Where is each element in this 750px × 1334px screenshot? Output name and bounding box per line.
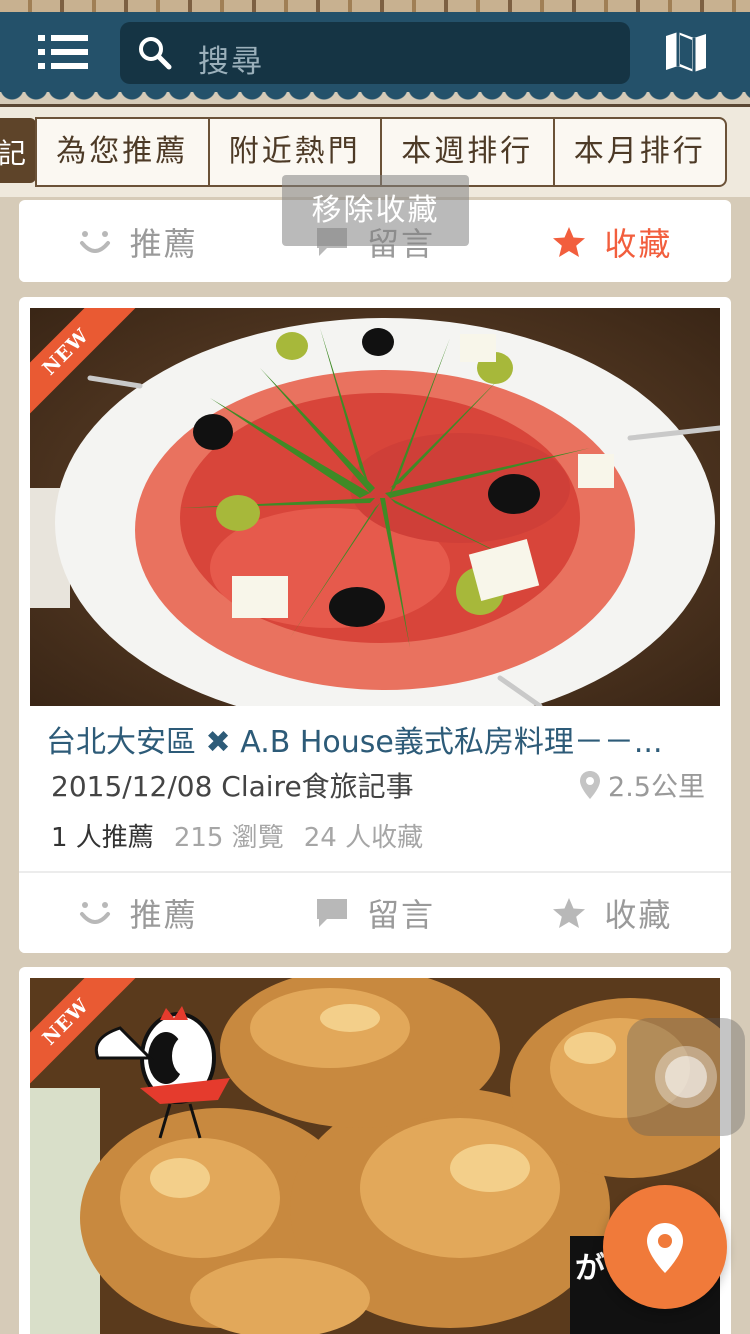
favorite-label: 收藏 — [604, 225, 673, 263]
post-stats: 1 人推薦 215 瀏覽 24 人收藏 — [51, 817, 423, 854]
new-badge: NEW — [30, 308, 140, 418]
comment-button[interactable]: 留言 — [256, 873, 493, 953]
post-photo[interactable]: NEW — [30, 308, 720, 706]
location-fab[interactable] — [603, 1185, 727, 1309]
post-card[interactable]: NEW 台北大安區 ✖ A.B House義式私房料理－－... 2015/12… — [19, 297, 731, 953]
new-badge: NEW — [30, 978, 140, 1088]
top-decoration — [0, 0, 750, 12]
location-pin-icon — [580, 770, 601, 799]
recommend-button[interactable]: 推薦 — [19, 202, 256, 282]
card-actions: 推薦 留言 收藏 — [19, 873, 731, 953]
recommend-count: 1 人推薦 — [51, 823, 154, 853]
tab-monthly-ranking[interactable]: 本月排行 — [555, 119, 726, 185]
recommend-label: 推薦 — [129, 896, 198, 934]
recommend-button[interactable]: 推薦 — [19, 873, 256, 953]
smile-icon — [79, 231, 110, 253]
favorite-button[interactable]: 收藏 — [494, 873, 731, 953]
tab-partial[interactable]: 記 — [0, 118, 36, 183]
star-icon — [553, 227, 586, 257]
star-icon — [553, 898, 586, 928]
assistive-touch-button[interactable] — [627, 1018, 745, 1136]
post-title[interactable]: 台北大安區 ✖ A.B House義式私房料理－－... — [46, 717, 721, 761]
recommend-label: 推薦 — [129, 225, 198, 263]
comment-label: 留言 — [366, 896, 435, 934]
search-input[interactable]: 搜尋 — [120, 22, 630, 84]
search-icon — [139, 37, 172, 70]
view-count: 215 瀏覽 — [173, 823, 284, 853]
distance: 2.5公里 — [580, 765, 705, 804]
assistive-core — [665, 1056, 707, 1098]
tab-partial-label: 記 — [0, 137, 26, 170]
post-date-author: 2015/12/08 Claire食旅記事 — [51, 770, 414, 803]
distance-label: 2.5公里 — [608, 772, 705, 803]
list-icon[interactable] — [38, 35, 88, 69]
smile-icon — [79, 902, 110, 924]
new-badge-label: NEW — [30, 978, 136, 1088]
search-placeholder: 搜尋 — [198, 44, 264, 80]
favorite-count: 24 人收藏 — [303, 823, 424, 853]
map-icon[interactable] — [664, 30, 708, 74]
new-badge-label: NEW — [30, 308, 136, 418]
favorite-label: 收藏 — [604, 896, 673, 934]
toast-message: 移除收藏 — [282, 175, 469, 246]
favorite-button[interactable]: 收藏 — [494, 202, 731, 282]
location-pin-icon — [647, 1223, 683, 1273]
comment-icon — [316, 899, 347, 927]
tab-recommended[interactable]: 為您推薦 — [37, 119, 210, 185]
